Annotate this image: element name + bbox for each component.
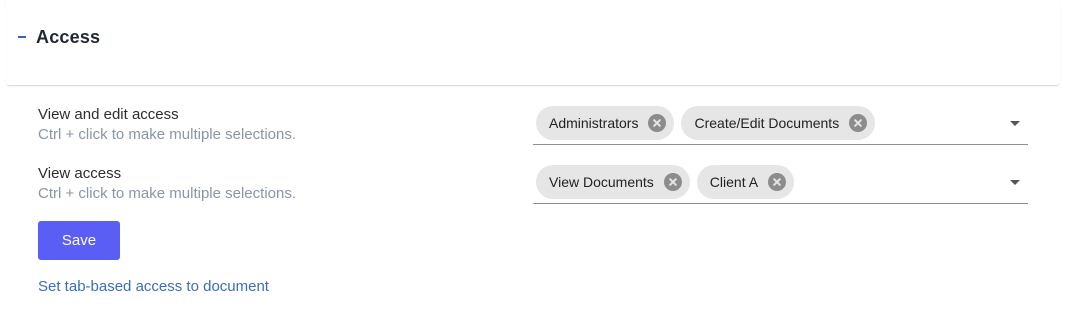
chip-label: View Documents <box>549 174 654 190</box>
remove-chip-icon[interactable] <box>768 173 787 191</box>
remove-chip-icon[interactable] <box>849 114 868 132</box>
chip-create-edit-documents: Create/Edit Documents <box>681 106 876 140</box>
minus-icon[interactable] <box>18 36 26 38</box>
save-button[interactable]: Save <box>38 221 120 260</box>
view-edit-access-select[interactable]: Administrators Create/Edit Documents <box>533 106 1028 145</box>
caret-down-icon[interactable] <box>1010 121 1020 126</box>
chip-label: Client A <box>709 174 759 190</box>
access-panel-header: Access <box>6 0 1060 86</box>
panel-title: Access <box>36 27 101 47</box>
chip-label: Create/Edit Documents <box>694 115 840 131</box>
view-edit-access-label: View and edit access <box>38 106 179 123</box>
remove-chip-icon[interactable] <box>663 173 682 191</box>
remove-chip-icon[interactable] <box>648 114 667 132</box>
chip-administrators: Administrators <box>536 106 675 140</box>
set-tab-based-access-link[interactable]: Set tab-based access to document <box>38 278 269 295</box>
view-edit-access-hint: Ctrl + click to make multiple selections… <box>38 126 297 143</box>
view-access-label: View access <box>38 165 122 182</box>
chip-client-a: Client A <box>696 165 795 199</box>
caret-down-icon[interactable] <box>1010 180 1020 185</box>
chip-label: Administrators <box>549 115 639 131</box>
view-access-hint: Ctrl + click to make multiple selections… <box>38 185 297 202</box>
view-access-select[interactable]: View Documents Client A <box>533 165 1028 204</box>
chip-view-documents: View Documents <box>536 165 690 199</box>
